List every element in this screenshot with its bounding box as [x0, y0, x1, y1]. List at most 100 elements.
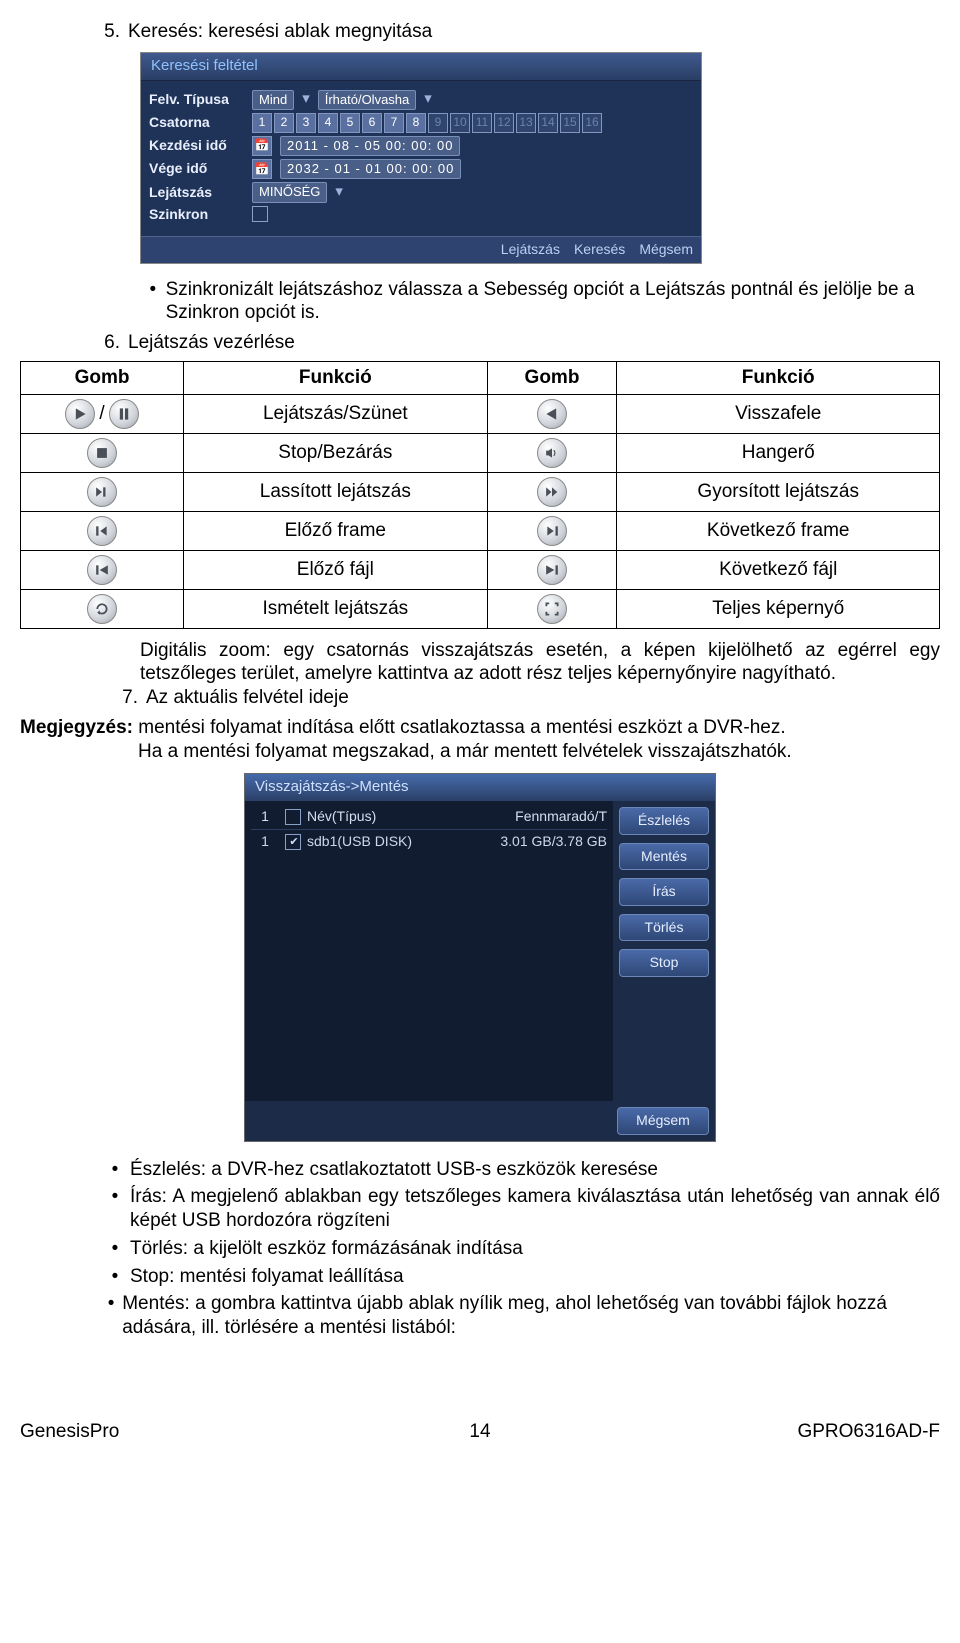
channel-9[interactable]: 9 [428, 113, 448, 133]
detect-button[interactable]: Észlelés [619, 807, 709, 835]
next-frame-icon [537, 516, 567, 546]
channel-1[interactable]: 1 [252, 113, 272, 133]
bullet-detect: • Észlelés: a DVR-hez csatlakoztatott US… [100, 1158, 940, 1182]
cell-reverse: Visszafele [617, 394, 940, 433]
bullet-save-text: Mentés: a gombra kattintva újabb ablak n… [122, 1292, 940, 1340]
section-6-heading: 6. Lejátszás vezérlése [90, 331, 940, 355]
backup-side-buttons: Észlelés Mentés Írás Törlés Stop [613, 801, 715, 1101]
note-label: Megjegyzés: [20, 717, 133, 738]
channel-4[interactable]: 4 [318, 113, 338, 133]
cell-stop: Stop/Bezárás [184, 433, 488, 472]
digital-zoom-text: Digitális zoom: egy csatornás visszajáts… [140, 639, 940, 687]
section-5-title: Keresés: keresési ablak megnyitása [128, 20, 432, 44]
table-row: Előző frame Következő frame [21, 511, 940, 550]
bullet-stop-text: Stop: mentési folyamat leállítása [130, 1265, 404, 1289]
table-row: Lassított lejátszás Gyorsított lejátszás [21, 472, 940, 511]
cell-slow: Lassított lejátszás [184, 472, 488, 511]
cell-next-file: Következő fájl [617, 550, 940, 589]
play-icon [65, 399, 95, 429]
bullet-delete-text: Törlés: a kijelölt eszköz formázásának i… [130, 1237, 523, 1261]
channel-label: Csatorna [149, 114, 244, 132]
header-gomb-2: Gomb [487, 361, 617, 394]
backup-dialog-footer: Mégsem [245, 1101, 715, 1141]
prev-file-icon [87, 555, 117, 585]
channel-5[interactable]: 5 [340, 113, 360, 133]
item-7: 7. Az aktuális felvétel ideje [108, 686, 940, 710]
rewind-icon [537, 399, 567, 429]
cancel-button[interactable]: Mégsem [639, 241, 693, 259]
cancel-button[interactable]: Mégsem [617, 1107, 709, 1135]
channel-10[interactable]: 10 [450, 113, 470, 133]
backup-dialog-body: 1 Név(Típus) Fennmaradó/T 1 sdb1(USB DIS… [245, 801, 715, 1101]
header-gomb-1: Gomb [21, 361, 184, 394]
section-5-heading: 5. Keresés: keresési ablak megnyitása [90, 20, 940, 44]
section-5-number: 5. [90, 20, 120, 44]
list-item-index: 1 [251, 833, 279, 851]
delete-button[interactable]: Törlés [619, 914, 709, 942]
cell-fast: Gyorsított lejátszás [617, 472, 940, 511]
channel-16[interactable]: 16 [582, 113, 602, 133]
page-footer: GenesisPro 14 GPRO6316AD-F [20, 1420, 940, 1444]
calendar-icon[interactable]: 📅 [252, 159, 272, 179]
list-item[interactable]: 1 sdb1(USB DISK) 3.01 GB/3.78 GB [251, 830, 607, 854]
chevron-down-icon: ▾ [424, 90, 432, 109]
list-header-check [279, 808, 307, 826]
channel-11[interactable]: 11 [472, 113, 492, 133]
end-time-field[interactable]: 2032 - 01 - 01 00: 00: 00 [280, 159, 461, 179]
footer-right: GPRO6316AD-F [720, 1420, 940, 1444]
slash: / [99, 402, 104, 426]
channel-13[interactable]: 13 [516, 113, 536, 133]
header-funkcio-1: Funkció [184, 361, 488, 394]
save-button[interactable]: Mentés [619, 843, 709, 871]
bullet-write-text: Írás: A megjelenő ablakban egy tetszőleg… [130, 1185, 940, 1233]
start-time-field[interactable]: 2011 - 08 - 05 00: 00: 00 [280, 136, 460, 156]
item-7-text: Az aktuális felvétel ideje [146, 686, 349, 710]
cell-play-pause: Lejátszás/Szünet [184, 394, 488, 433]
channel-3[interactable]: 3 [296, 113, 316, 133]
section-6-title: Lejátszás vezérlése [128, 331, 295, 355]
prev-frame-icon [87, 516, 117, 546]
bullet-icon: • [100, 1185, 130, 1233]
type-select-1[interactable]: Mind [252, 90, 294, 110]
table-row: Előző fájl Következő fájl [21, 550, 940, 589]
list-item-name: sdb1(USB DISK) [307, 833, 477, 851]
channel-2[interactable]: 2 [274, 113, 294, 133]
channel-12[interactable]: 12 [494, 113, 514, 133]
channel-8[interactable]: 8 [406, 113, 426, 133]
table-header-row: Gomb Funkció Gomb Funkció [21, 361, 940, 394]
cell-prev-frame: Előző frame [184, 511, 488, 550]
type-select-2[interactable]: Írható/Olvasha [318, 90, 417, 110]
stop-button[interactable]: Stop [619, 949, 709, 977]
cell-next-frame: Következő frame [617, 511, 940, 550]
footer-page-number: 14 [240, 1420, 720, 1444]
list-header-count: 1 [251, 808, 279, 826]
bullet-icon: • [100, 1292, 122, 1340]
search-dialog: Keresési feltétel Felv. Típusa Mind ▾ Ír… [140, 52, 702, 264]
list-item-size: 3.01 GB/3.78 GB [477, 833, 607, 851]
sync-note-text: Szinkronizált lejátszáshoz válassza a Se… [166, 278, 940, 326]
table-row: Stop/Bezárás Hangerő [21, 433, 940, 472]
slow-icon [87, 477, 117, 507]
start-label: Kezdési idő [149, 137, 244, 155]
bullet-save: • Mentés: a gombra kattintva újabb ablak… [100, 1292, 940, 1340]
list-item-check[interactable] [279, 833, 307, 851]
backup-dialog-title: Visszajátszás->Mentés [245, 774, 715, 801]
channel-7[interactable]: 7 [384, 113, 404, 133]
play-label: Lejátszás [149, 184, 244, 202]
channel-6[interactable]: 6 [362, 113, 382, 133]
note-line-1: mentési folyamat indítása előtt csatlako… [138, 717, 785, 738]
sync-checkbox[interactable] [252, 206, 268, 222]
calendar-icon[interactable]: 📅 [252, 136, 272, 156]
list-header-remaining: Fennmaradó/T [477, 808, 607, 826]
search-button[interactable]: Keresés [574, 241, 625, 259]
play-button[interactable]: Lejátszás [501, 241, 560, 259]
next-file-icon [537, 555, 567, 585]
bullet-delete: • Törlés: a kijelölt eszköz formázásának… [100, 1237, 940, 1261]
channel-15[interactable]: 15 [560, 113, 580, 133]
bullet-stop: • Stop: mentési folyamat leállítása [100, 1265, 940, 1289]
fullscreen-icon [537, 594, 567, 624]
write-button[interactable]: Írás [619, 878, 709, 906]
table-row: / Lejátszás/Szünet Visszafele [21, 394, 940, 433]
play-select[interactable]: MINŐSÉG [252, 182, 327, 202]
channel-14[interactable]: 14 [538, 113, 558, 133]
